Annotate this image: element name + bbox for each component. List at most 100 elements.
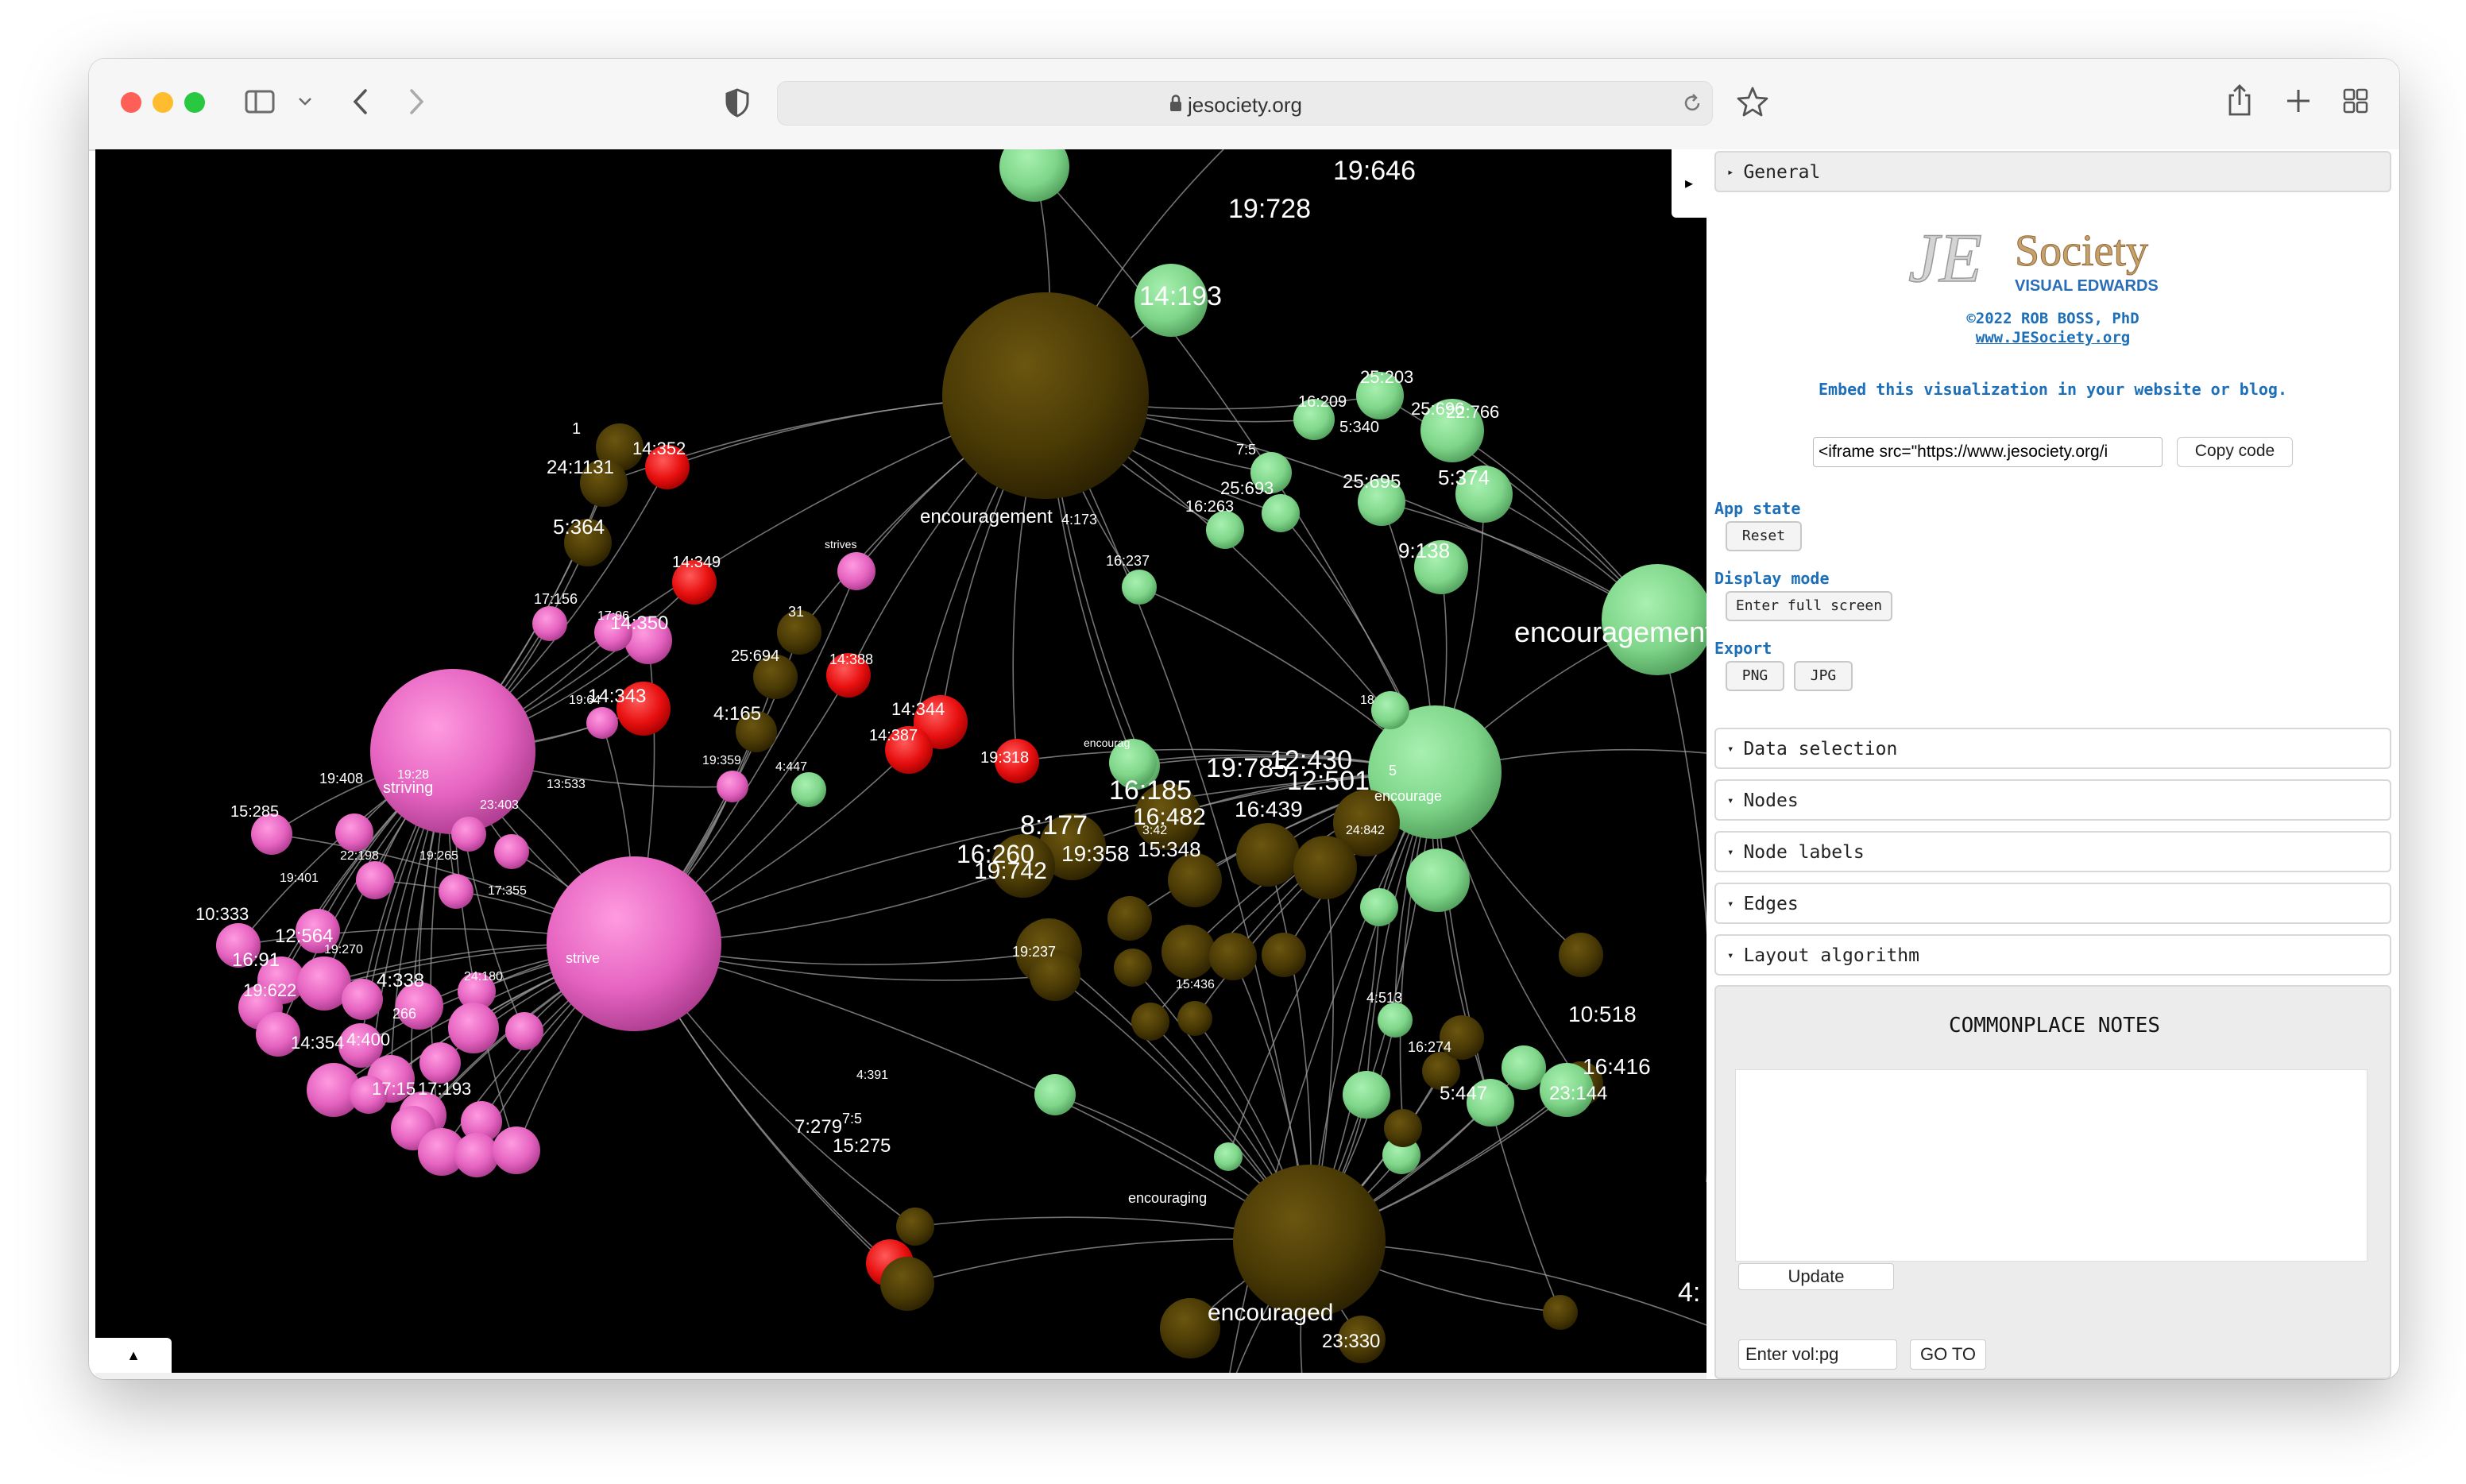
- network-visualization[interactable]: 19:646 19:728 14:193 16:209 25:203 25:696 22:7…: [95, 149, 1706, 1373]
- chevron-down-icon[interactable]: [297, 95, 313, 108]
- graph-node[interactable]: [880, 1257, 934, 1311]
- node-label: 17:15: [372, 1079, 416, 1099]
- goto-button[interactable]: GO TO: [1910, 1339, 1986, 1370]
- nodes-section-header[interactable]: ▾ Nodes: [1714, 779, 2391, 821]
- share-icon[interactable]: [2226, 83, 2253, 118]
- forward-icon[interactable]: [407, 87, 426, 116]
- data-selection-section-header[interactable]: ▾ Data selection: [1714, 728, 2391, 769]
- graph-node[interactable]: [1214, 1142, 1243, 1171]
- node-label: 8:177: [1020, 810, 1088, 841]
- browser-toolbar: jesociety.org: [89, 59, 2399, 151]
- node-label: 16:209: [1298, 393, 1347, 411]
- graph-node[interactable]: [505, 1012, 543, 1050]
- graph-node[interactable]: [335, 813, 373, 852]
- graph-node[interactable]: [1209, 933, 1257, 980]
- node-label: 18: [1360, 694, 1374, 707]
- website-link[interactable]: www.JESociety.org: [1706, 329, 2399, 346]
- node-label: 4:173: [1061, 512, 1097, 528]
- embed-code-field[interactable]: <iframe src="https://www.jesociety.org/i: [1813, 437, 2163, 467]
- copyright-text: ©2022 ROB BOSS, PhD: [1966, 310, 2139, 327]
- graph-node[interactable]: [1177, 1001, 1212, 1036]
- graph-node[interactable]: [717, 771, 748, 802]
- graph-node[interactable]: [1114, 949, 1152, 987]
- graph-node[interactable]: [494, 834, 529, 869]
- node-label: 17:355: [488, 884, 527, 898]
- graph-node[interactable]: [1107, 896, 1152, 941]
- back-icon[interactable]: [351, 87, 370, 116]
- goto-input[interactable]: Enter vol:pg: [1738, 1339, 1897, 1370]
- node-labels-section-header[interactable]: ▾ Node labels: [1714, 831, 2391, 872]
- graph-node[interactable]: [837, 552, 875, 590]
- update-notes-button[interactable]: Update: [1738, 1263, 1894, 1290]
- new-tab-icon[interactable]: [2285, 87, 2312, 114]
- network-graph-canvas[interactable]: 19:64619:72814:19316:20925:20325:69622:7…: [95, 149, 1706, 1373]
- graph-node[interactable]: [439, 874, 473, 909]
- node-label: 19:359: [702, 754, 741, 767]
- close-window-button[interactable]: [121, 92, 141, 113]
- graph-node[interactable]: [1371, 691, 1409, 729]
- tab-overview-icon[interactable]: [2342, 87, 2369, 114]
- graph-node[interactable]: [1131, 1003, 1169, 1041]
- graph-node[interactable]: [419, 1042, 461, 1084]
- graph-node[interactable]: [547, 856, 721, 1031]
- bottom-panel-toggle-button[interactable]: ▲: [95, 1338, 172, 1373]
- graph-node[interactable]: [1122, 570, 1157, 605]
- minimize-window-button[interactable]: [153, 92, 173, 113]
- node-label: 19:622: [243, 980, 296, 1000]
- shield-icon[interactable]: [725, 87, 750, 118]
- notes-text-area[interactable]: [1735, 1069, 2367, 1262]
- graph-node[interactable]: [1262, 933, 1306, 977]
- graph-node[interactable]: [791, 772, 826, 807]
- graph-node[interactable]: [1161, 925, 1216, 979]
- graph-node[interactable]: [451, 817, 486, 852]
- export-png-button[interactable]: PNG: [1726, 661, 1784, 691]
- logo-society-text: Society: [2015, 226, 2148, 276]
- node-label: 14:354: [291, 1033, 344, 1053]
- node-label: 5:447: [1440, 1083, 1487, 1104]
- node-label: 23:403: [480, 798, 519, 812]
- graph-node[interactable]: [1384, 1109, 1422, 1147]
- bookmark-star-icon[interactable]: [1737, 86, 1768, 118]
- graph-node[interactable]: [356, 861, 394, 899]
- node-label: 19:728: [1228, 194, 1311, 224]
- full-screen-button[interactable]: Enter full screen: [1726, 591, 1892, 621]
- edges-section-header[interactable]: ▾ Edges: [1714, 883, 2391, 924]
- graph-node[interactable]: [448, 1003, 499, 1053]
- node-label: 16:439: [1235, 797, 1303, 821]
- copy-code-button[interactable]: Copy code: [2177, 437, 2293, 467]
- graph-node[interactable]: [1378, 1003, 1413, 1038]
- node-labels-label: Node labels: [1743, 842, 1865, 863]
- graph-node[interactable]: [1168, 853, 1222, 907]
- reset-button[interactable]: Reset: [1726, 521, 1802, 551]
- graph-node[interactable]: [1293, 836, 1357, 899]
- graph-node[interactable]: [454, 1133, 499, 1177]
- graph-node[interactable]: [1360, 888, 1398, 926]
- graph-node[interactable]: [1343, 1071, 1390, 1119]
- node-label: 17:156: [534, 591, 578, 607]
- graph-node[interactable]: [1236, 823, 1300, 887]
- graph-node[interactable]: [1206, 511, 1244, 549]
- graph-node[interactable]: [532, 606, 567, 641]
- graph-node[interactable]: [1406, 848, 1470, 912]
- node-label: 7:5: [842, 1111, 862, 1127]
- graph-node[interactable]: [1543, 1295, 1578, 1330]
- graph-node[interactable]: [1559, 933, 1603, 977]
- graph-node[interactable]: [1502, 1045, 1546, 1090]
- address-bar[interactable]: jesociety.org: [777, 81, 1713, 126]
- graph-node[interactable]: [1262, 494, 1300, 532]
- zoom-window-button[interactable]: [184, 92, 205, 113]
- graph-node[interactable]: [942, 292, 1149, 499]
- graph-node[interactable]: [1233, 1165, 1386, 1317]
- sidebar-icon[interactable]: [245, 89, 276, 114]
- right-panel-toggle-button[interactable]: ▸: [1672, 149, 1706, 218]
- collapse-triangle-icon: ▸: [1727, 166, 1734, 179]
- graph-node[interactable]: [493, 1127, 540, 1174]
- general-section-header[interactable]: ▸ General: [1714, 151, 2391, 192]
- layout-algorithm-section-header[interactable]: ▾ Layout algorithm: [1714, 934, 2391, 976]
- node-label: encourag: [1084, 736, 1130, 749]
- reload-icon[interactable]: [1682, 93, 1703, 114]
- graph-node[interactable]: [1034, 1074, 1076, 1115]
- graph-node[interactable]: [896, 1208, 934, 1246]
- export-jpg-button[interactable]: JPG: [1794, 661, 1853, 691]
- graph-node[interactable]: [586, 707, 618, 739]
